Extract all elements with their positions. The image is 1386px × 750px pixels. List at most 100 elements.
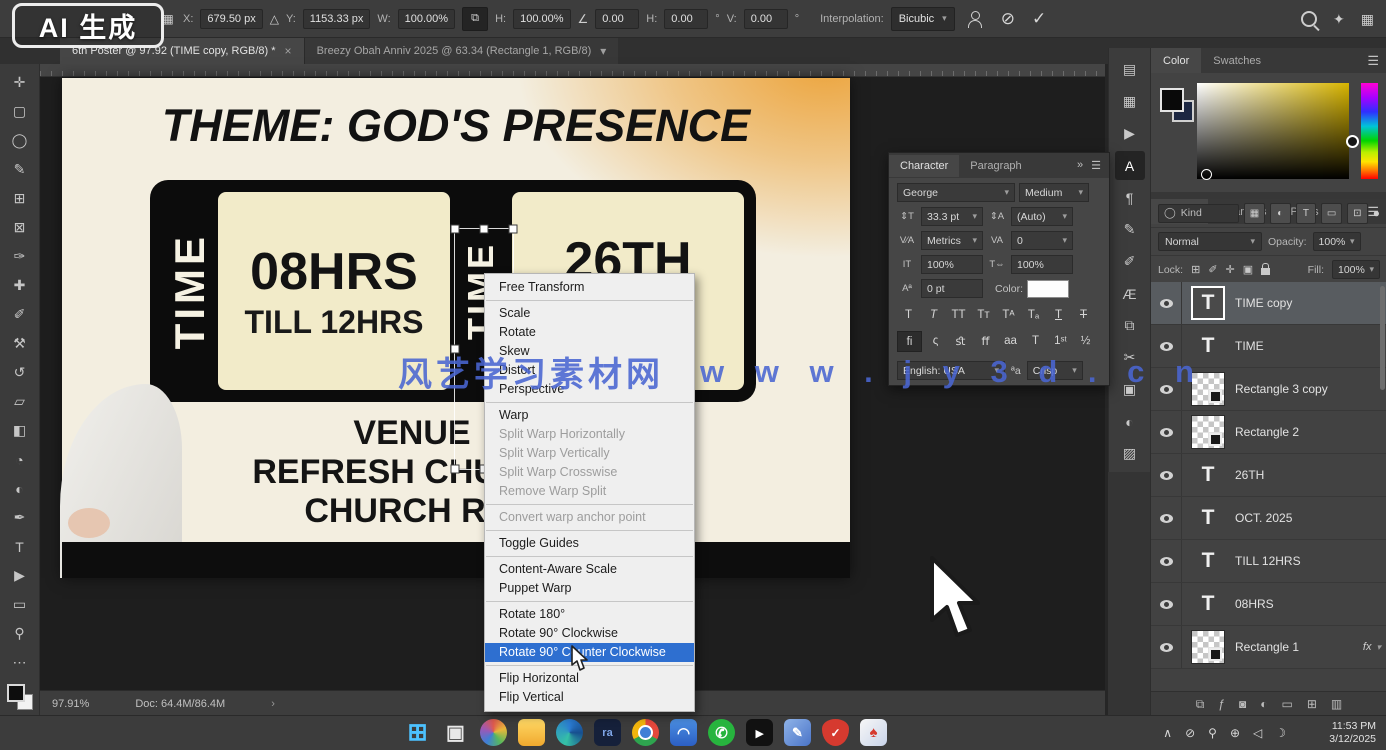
file-explorer-icon[interactable]: [518, 719, 545, 746]
text-color-swatch[interactable]: [1027, 280, 1069, 298]
layer-thumbnail[interactable]: T: [1191, 329, 1225, 363]
layer-thumbnail[interactable]: [1191, 372, 1225, 406]
quick-selection-tool-icon[interactable]: ✎: [6, 156, 34, 183]
move-tool-icon[interactable]: ✛: [6, 69, 34, 96]
character-panel-icon[interactable]: A: [1115, 151, 1145, 180]
y-input[interactable]: 1153.33 px: [303, 9, 371, 29]
layer-effects-badge[interactable]: fx ▾: [1363, 641, 1381, 653]
commit-transform-button[interactable]: ✓: [1032, 9, 1046, 29]
layer-name[interactable]: 26TH: [1235, 468, 1264, 482]
foreground-background-swatches[interactable]: [7, 684, 33, 710]
layer-thumbnail[interactable]: [1191, 630, 1225, 664]
eyedropper-tool-icon[interactable]: ✑: [6, 243, 34, 270]
menu-item-toggle-guides[interactable]: Toggle Guides: [485, 534, 694, 553]
layer-row-26th[interactable]: T 26TH: [1151, 454, 1386, 497]
path-selection-tool-icon[interactable]: ▶: [6, 562, 34, 589]
visibility-eye-icon[interactable]: [1151, 454, 1182, 496]
focus-moon-icon[interactable]: ☽: [1275, 726, 1286, 740]
baseline-shift-input[interactable]: 0 pt: [921, 279, 983, 298]
transform-handle[interactable]: [451, 465, 460, 474]
layer-thumbnail[interactable]: [1191, 415, 1225, 449]
contextual-alternates-button[interactable]: ς: [924, 331, 947, 350]
tab-color[interactable]: Color: [1151, 48, 1201, 73]
layer-row-rectangle-2[interactable]: Rectangle 2: [1151, 411, 1386, 454]
tab-swatches[interactable]: Swatches: [1201, 48, 1273, 73]
task-view-button[interactable]: ▣: [442, 719, 469, 746]
h-skew-input[interactable]: 0.00: [664, 9, 708, 29]
layer-thumbnail[interactable]: T: [1191, 501, 1225, 535]
vertical-scale-input[interactable]: 100%: [921, 255, 983, 274]
visibility-eye-icon[interactable]: [1151, 626, 1182, 668]
design-app-icon[interactable]: ✎: [784, 719, 811, 746]
zoom-tool-icon[interactable]: ⚲: [6, 620, 34, 647]
filter-type-layers-icon[interactable]: T: [1296, 203, 1317, 224]
brush-tool-icon[interactable]: ✐: [6, 301, 34, 328]
visibility-eye-icon[interactable]: [1151, 368, 1182, 410]
shape-tool-icon[interactable]: ▭: [6, 591, 34, 618]
lock-all-icon[interactable]: [1261, 268, 1270, 275]
layer-row-08hrs[interactable]: T 08HRS: [1151, 583, 1386, 626]
faux-italic-button[interactable]: T: [922, 305, 945, 324]
hue-slider-handle[interactable]: [1346, 135, 1359, 148]
clone-source-panel-icon[interactable]: ⧉: [1115, 311, 1145, 340]
adjustments-panel-icon[interactable]: ◐: [1115, 407, 1145, 436]
start-button[interactable]: ⊞: [404, 719, 431, 746]
layer-style-fx-icon[interactable]: ƒ: [1218, 697, 1225, 711]
ordinals-button[interactable]: 1ˢᵗ: [1049, 331, 1072, 350]
layer-name[interactable]: OCT. 2025: [1235, 511, 1292, 525]
menu-item-free-transform[interactable]: Free Transform: [485, 278, 694, 297]
kerning-input[interactable]: Metrics ▾: [921, 231, 983, 250]
tab-paragraph[interactable]: Paragraph: [959, 155, 1032, 177]
all-caps-button[interactable]: TT: [947, 305, 970, 324]
layer-name[interactable]: 08HRS: [1235, 597, 1274, 611]
foreground-background-swatches[interactable]: [1160, 88, 1194, 122]
status-options-arrow[interactable]: ›: [271, 698, 275, 710]
frame-tool-icon[interactable]: ⊠: [6, 214, 34, 241]
superscript-button[interactable]: Tᴬ: [997, 305, 1020, 324]
saturation-brightness-field[interactable]: [1197, 83, 1349, 179]
hidden-icons-chevron[interactable]: ∧: [1163, 726, 1172, 740]
anti-alias-dropdown[interactable]: Crisp ▾: [1027, 361, 1083, 380]
properties-panel-icon[interactable]: ▣: [1115, 375, 1145, 404]
gradient-tool-icon[interactable]: ◧: [6, 417, 34, 444]
language-dropdown[interactable]: English: USA ▾: [897, 361, 1005, 380]
doc-tab-inactive[interactable]: Breezy Obah Anniv 2025 @ 63.34 (Rectangl…: [304, 38, 619, 64]
delete-layer-icon[interactable]: ▥: [1331, 697, 1342, 711]
lock-image-pixels-icon[interactable]: ✐: [1208, 263, 1217, 276]
menu-item-distort[interactable]: Distort: [485, 361, 694, 380]
scissors-panel-icon[interactable]: ✂: [1115, 343, 1145, 372]
filter-pixel-layers-icon[interactable]: ▦: [1244, 203, 1265, 224]
width-input[interactable]: 100.00%: [398, 9, 455, 29]
fractions-button[interactable]: ½: [1074, 331, 1097, 350]
transform-mode-person-icon[interactable]: [966, 11, 984, 27]
adjustment-layer-icon[interactable]: ◐: [1260, 697, 1267, 711]
titling-alternates-button[interactable]: T: [1024, 331, 1047, 350]
cancel-transform-button[interactable]: ⊘: [1001, 9, 1015, 29]
healing-brush-tool-icon[interactable]: ✚: [6, 272, 34, 299]
v-skew-input[interactable]: 0.00: [744, 9, 788, 29]
x-input[interactable]: 679.50 px: [200, 9, 262, 29]
visibility-eye-icon[interactable]: [1151, 282, 1182, 324]
menu-item-flip-vertical[interactable]: Flip Vertical: [485, 688, 694, 707]
security-shield-icon[interactable]: ✓: [822, 719, 849, 746]
eraser-tool-icon[interactable]: ▱: [6, 388, 34, 415]
layer-thumbnail[interactable]: T: [1191, 587, 1225, 621]
layer-row-till-12hrs[interactable]: T TILL 12HRS: [1151, 540, 1386, 583]
blue-app-icon[interactable]: ◠: [670, 719, 697, 746]
menu-item-rotate[interactable]: Rotate: [485, 323, 694, 342]
panel-menu-icon[interactable]: ☰: [1091, 159, 1101, 172]
paragraph-panel-icon[interactable]: ¶: [1115, 183, 1145, 212]
delta-icon[interactable]: △: [270, 12, 279, 26]
menu-item-rotate-180[interactable]: Rotate 180°: [485, 605, 694, 624]
menu-item-skew[interactable]: Skew: [485, 342, 694, 361]
maintain-aspect-link-icon[interactable]: ⧉: [462, 7, 488, 31]
layer-thumbnail[interactable]: T: [1191, 458, 1225, 492]
code-app-icon[interactable]: ra: [594, 719, 621, 746]
layer-name[interactable]: TILL 12HRS: [1235, 554, 1301, 568]
interpolation-dropdown[interactable]: Bicubic ▾: [891, 7, 955, 31]
small-caps-button[interactable]: Tᴛ: [972, 305, 995, 324]
workspace-switcher-icon[interactable]: ▦: [1361, 11, 1374, 28]
tracking-input[interactable]: 0 ▾: [1011, 231, 1073, 250]
brushes-panel-icon[interactable]: ✐: [1115, 247, 1145, 276]
strikethrough-button[interactable]: T: [1072, 305, 1095, 324]
